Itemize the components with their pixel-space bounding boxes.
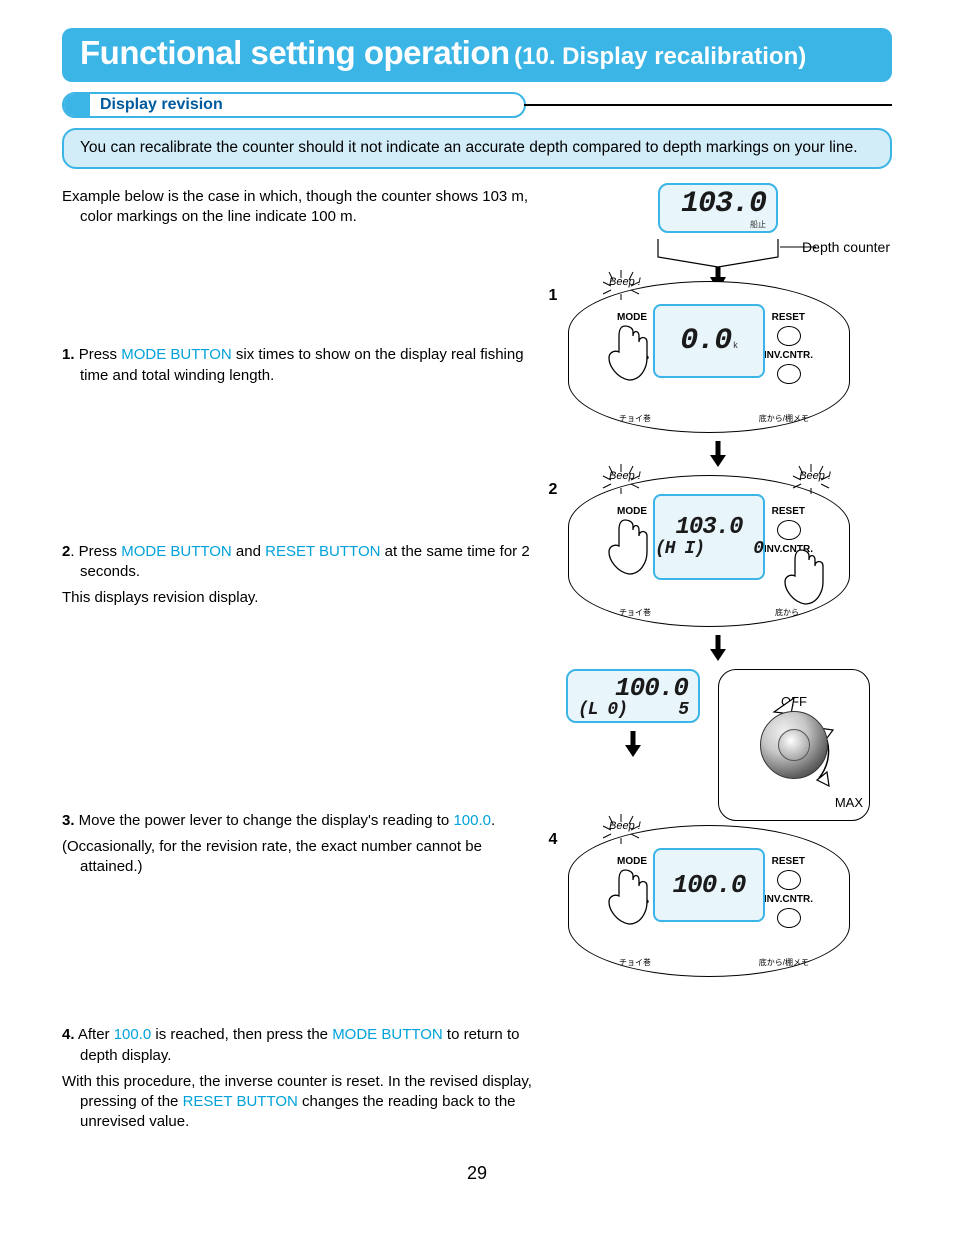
device-2-screen: 103.0 (H I) 0: [653, 494, 765, 580]
step-2: 2. Press MODE BUTTON and RESET BUTTON at…: [62, 542, 532, 583]
step-2-btn2: RESET BUTTON: [265, 543, 380, 560]
device-2-bl: (H I): [655, 540, 704, 558]
step-3-val: 100.0: [453, 812, 491, 829]
left-column: Example below is the case in which, thou…: [62, 187, 532, 1139]
dial-cap: [778, 729, 810, 761]
invcntr-button[interactable]: [777, 364, 801, 384]
step-3-post: .: [491, 812, 495, 829]
step-4-line2: With this procedure, the inverse counter…: [62, 1072, 532, 1133]
beep-label-4: Beep !: [609, 820, 641, 832]
lcd-step3-top: 100.0: [615, 675, 688, 701]
intro-box: You can recalibrate the counter should i…: [62, 128, 892, 169]
lcd-top-sub: 船止: [750, 221, 766, 229]
step-2-mid: and: [232, 543, 265, 560]
step-2-line2: This displays revision display.: [62, 588, 532, 608]
lcd-step3: 100.0 (L 0) 5: [566, 669, 700, 723]
dial-max-label: MAX: [835, 795, 863, 810]
device-4-screen: 100.0: [653, 848, 765, 922]
reset-label-4: RESET: [772, 856, 805, 867]
lcd-top-val: 103.0: [681, 189, 766, 219]
choi-label-2: チョイ巻: [619, 607, 651, 618]
invcntr-label: INV.CNTR.: [764, 350, 813, 361]
device-1-screen: 0.0 k: [653, 304, 765, 378]
lcd-step3-br: 5: [678, 701, 688, 719]
beep-label-1: Beep !: [609, 276, 641, 288]
step-4-btn: MODE BUTTON: [332, 1026, 443, 1043]
fig-badge-2: 2: [544, 475, 562, 499]
step-4-line2b: RESET BUTTON: [183, 1093, 298, 1110]
reset-button-4[interactable]: [777, 870, 801, 890]
step-3: 3. Move the power lever to change the di…: [62, 811, 532, 831]
step-1-num: 1.: [62, 346, 75, 363]
reset-label: RESET: [772, 312, 805, 323]
right-column: 103.0 船止 Depth counter 1: [544, 187, 892, 1139]
step-2-btn1: MODE BUTTON: [121, 543, 232, 560]
fig-badge-4: 4: [544, 825, 562, 849]
step-4-num: 4.: [62, 1026, 75, 1043]
device-2-top: 103.0: [675, 516, 742, 540]
section-header-row: Display revision: [62, 92, 892, 118]
step-3-line2: (Occasionally, for the revision rate, th…: [62, 837, 532, 878]
device-fig-1: Beep ! MODE RESET INV.CNTR. 底から/棚メモ PICK…: [568, 281, 850, 433]
beep-label-2l: Beep !: [609, 470, 641, 482]
invcntr-label-4: INV.CNTR.: [764, 894, 813, 905]
invcntr-button-4[interactable]: [777, 908, 801, 928]
step-3-pre: Move the power lever to change the displ…: [75, 812, 454, 829]
step-3-num: 3.: [62, 812, 75, 829]
section-pill: Display revision: [62, 92, 526, 118]
page-number: 29: [62, 1163, 892, 1184]
arrow-down-icon: [706, 439, 730, 469]
device-1-sub: k: [733, 341, 738, 350]
device-fig-4: Beep ! MODE RESET INV.CNTR. 底から/棚メモ PICK…: [568, 825, 850, 977]
device-4-val: 100.0: [672, 872, 745, 898]
soko-label: 底から/棚メモ: [759, 413, 809, 424]
hand-press-icon-4: [603, 866, 653, 928]
reset-label-2: RESET: [772, 506, 805, 517]
device-2-br: 0: [753, 540, 763, 558]
device-fig-2: Beep ! Beep ! MODE RESET INV.CNTR.: [568, 475, 850, 627]
step-1: 1. Press MODE BUTTON six times to show o…: [62, 345, 532, 386]
reset-button[interactable]: [777, 326, 801, 346]
beep-label-2r: Beep !: [799, 470, 831, 482]
fig-badge-1: 1: [544, 281, 562, 305]
step-4-pre: After: [75, 1026, 114, 1043]
choi-label-4: チョイ巻: [619, 957, 651, 968]
power-lever-dial[interactable]: OFF MAX: [718, 669, 870, 821]
reset-button-2[interactable]: [777, 520, 801, 540]
step-2-pre: . Press: [70, 543, 121, 560]
device-1-val: 0.0: [680, 326, 731, 356]
step-4-val: 100.0: [114, 1026, 152, 1043]
step-1-btn: MODE BUTTON: [121, 346, 232, 363]
soko-label-4: 底から/棚メモ: [759, 957, 809, 968]
page-title-bar: Functional setting operation (10. Displa…: [62, 28, 892, 82]
choi-label: チョイ巻: [619, 413, 651, 424]
hand-press-icon-2r: [779, 546, 829, 608]
lcd-top: 103.0 船止: [658, 183, 778, 233]
section-rule: [524, 104, 892, 106]
example-text: Example below is the case in which, thou…: [62, 187, 532, 228]
arrow-down-icon-3: [621, 729, 645, 759]
step-4: 4. After 100.0 is reached, then press th…: [62, 1025, 532, 1066]
arrow-down-icon-2: [706, 633, 730, 663]
section-header: Display revision: [90, 96, 223, 114]
step-1-pre: Press: [79, 346, 122, 363]
pill-cap: [64, 94, 90, 116]
lcd-step3-bl: (L 0): [578, 701, 627, 719]
hand-press-icon-2l: [603, 516, 653, 578]
depth-counter-label: Depth counter: [542, 239, 894, 255]
hand-press-icon: [603, 322, 653, 384]
title-main: Functional setting operation: [80, 34, 510, 71]
title-sub: (10. Display recalibration): [514, 43, 806, 70]
step-4-mid: is reached, then press the: [151, 1026, 332, 1043]
